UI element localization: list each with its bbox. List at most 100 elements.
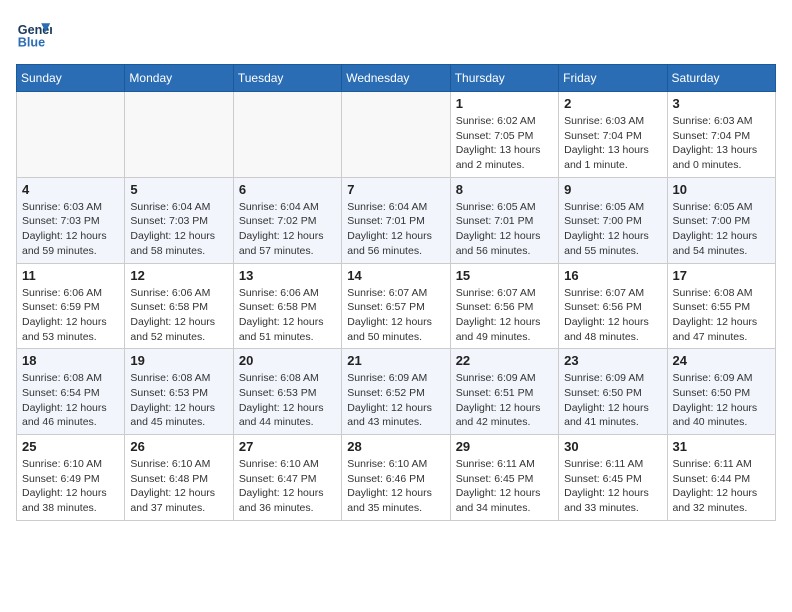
day-info: Sunrise: 6:10 AMSunset: 6:47 PMDaylight:…	[239, 457, 336, 516]
calendar-header-thursday: Thursday	[450, 65, 558, 92]
day-info: Sunrise: 6:06 AMSunset: 6:58 PMDaylight:…	[130, 286, 227, 345]
svg-text:Blue: Blue	[18, 36, 45, 50]
day-info: Sunrise: 6:07 AMSunset: 6:57 PMDaylight:…	[347, 286, 444, 345]
day-number: 11	[22, 268, 119, 283]
calendar-day-cell: 13Sunrise: 6:06 AMSunset: 6:58 PMDayligh…	[233, 263, 341, 349]
calendar-day-cell: 19 Sunrise: 6:08 AMSunset: 6:53 PMDayligh…	[125, 349, 233, 435]
day-info: Sunrise: 6:11 AMSunset: 6:45 PMDaylight:…	[456, 457, 553, 516]
calendar-day-cell: 22Sunrise: 6:09 AMSunset: 6:51 PMDayligh…	[450, 349, 558, 435]
day-info: Sunrise: 6:08 AMSunset: 6:53 PMDaylight:…	[130, 371, 227, 430]
day-info: Sunrise: 6:09 AMSunset: 6:50 PMDaylight:…	[673, 371, 770, 430]
day-info: Sunrise: 6:09 AMSunset: 6:50 PMDaylight:…	[564, 371, 661, 430]
calendar-day-cell: 12Sunrise: 6:06 AMSunset: 6:58 PMDayligh…	[125, 263, 233, 349]
day-number: 25	[22, 439, 119, 454]
calendar-day-cell: 9 Sunrise: 6:05 AMSunset: 7:00 PMDaylight…	[559, 177, 667, 263]
day-info: Sunrise: 6:11 AMSunset: 6:45 PMDaylight:…	[564, 457, 661, 516]
calendar-table: SundayMondayTuesdayWednesdayThursdayFrid…	[16, 64, 776, 521]
day-number: 16	[564, 268, 661, 283]
calendar-header-tuesday: Tuesday	[233, 65, 341, 92]
calendar-week-row: 1Sunrise: 6:02 AMSunset: 7:05 PMDaylight…	[17, 92, 776, 178]
calendar-day-cell: 26 Sunrise: 6:10 AMSunset: 6:48 PMDayligh…	[125, 435, 233, 521]
logo-icon: General Blue	[16, 16, 52, 52]
day-number: 18	[22, 353, 119, 368]
day-number: 26	[130, 439, 227, 454]
day-info: Sunrise: 6:09 AMSunset: 6:52 PMDaylight:…	[347, 371, 444, 430]
calendar-day-cell: 28 Sunrise: 6:10 AMSunset: 6:46 PMDayligh…	[342, 435, 450, 521]
calendar-day-cell: 30 Sunrise: 6:11 AMSunset: 6:45 PMDayligh…	[559, 435, 667, 521]
calendar-day-cell: 15Sunrise: 6:07 AMSunset: 6:56 PMDayligh…	[450, 263, 558, 349]
calendar-day-cell: 10 Sunrise: 6:05 AMSunset: 7:00 PMDayligh…	[667, 177, 775, 263]
calendar-day-cell	[342, 92, 450, 178]
day-number: 27	[239, 439, 336, 454]
day-info: Sunrise: 6:08 AMSunset: 6:53 PMDaylight:…	[239, 371, 336, 430]
calendar-header-friday: Friday	[559, 65, 667, 92]
day-number: 17	[673, 268, 770, 283]
day-number: 20	[239, 353, 336, 368]
calendar-header-monday: Monday	[125, 65, 233, 92]
calendar-day-cell: 29 Sunrise: 6:11 AMSunset: 6:45 PMDayligh…	[450, 435, 558, 521]
day-number: 29	[456, 439, 553, 454]
day-number: 14	[347, 268, 444, 283]
calendar-header-saturday: Saturday	[667, 65, 775, 92]
day-number: 15	[456, 268, 553, 283]
day-info: Sunrise: 6:04 AMSunset: 7:02 PMDaylight:…	[239, 200, 336, 259]
day-info: Sunrise: 6:08 AMSunset: 6:54 PMDaylight:…	[22, 371, 119, 430]
day-info: Sunrise: 6:05 AMSunset: 7:00 PMDaylight:…	[564, 200, 661, 259]
calendar-day-cell: 8 Sunrise: 6:05 AMSunset: 7:01 PMDaylight…	[450, 177, 558, 263]
calendar-week-row: 4 Sunrise: 6:03 AMSunset: 7:03 PMDaylight…	[17, 177, 776, 263]
day-info: Sunrise: 6:06 AMSunset: 6:59 PMDaylight:…	[22, 286, 119, 345]
day-number: 30	[564, 439, 661, 454]
calendar-day-cell: 24 Sunrise: 6:09 AMSunset: 6:50 PMDayligh…	[667, 349, 775, 435]
calendar-day-cell: 17 Sunrise: 6:08 AMSunset: 6:55 PMDayligh…	[667, 263, 775, 349]
calendar-day-cell: 7 Sunrise: 6:04 AMSunset: 7:01 PMDaylight…	[342, 177, 450, 263]
day-number: 5	[130, 182, 227, 197]
calendar-day-cell: 4 Sunrise: 6:03 AMSunset: 7:03 PMDaylight…	[17, 177, 125, 263]
day-number: 24	[673, 353, 770, 368]
day-info: Sunrise: 6:08 AMSunset: 6:55 PMDaylight:…	[673, 286, 770, 345]
day-info: Sunrise: 6:04 AMSunset: 7:03 PMDaylight:…	[130, 200, 227, 259]
day-number: 9	[564, 182, 661, 197]
day-number: 31	[673, 439, 770, 454]
day-number: 19	[130, 353, 227, 368]
day-info: Sunrise: 6:10 AMSunset: 6:46 PMDaylight:…	[347, 457, 444, 516]
day-number: 4	[22, 182, 119, 197]
day-info: Sunrise: 6:03 AMSunset: 7:04 PMDaylight:…	[673, 114, 770, 173]
day-info: Sunrise: 6:09 AMSunset: 6:51 PMDaylight:…	[456, 371, 553, 430]
calendar-day-cell: 6Sunrise: 6:04 AMSunset: 7:02 PMDaylight…	[233, 177, 341, 263]
day-number: 8	[456, 182, 553, 197]
day-info: Sunrise: 6:10 AMSunset: 6:49 PMDaylight:…	[22, 457, 119, 516]
day-info: Sunrise: 6:03 AMSunset: 7:03 PMDaylight:…	[22, 200, 119, 259]
calendar-day-cell	[125, 92, 233, 178]
calendar-day-cell: 16 Sunrise: 6:07 AMSunset: 6:56 PMDayligh…	[559, 263, 667, 349]
day-info: Sunrise: 6:07 AMSunset: 6:56 PMDaylight:…	[564, 286, 661, 345]
calendar-week-row: 25 Sunrise: 6:10 AMSunset: 6:49 PMDayligh…	[17, 435, 776, 521]
calendar-day-cell: 5 Sunrise: 6:04 AMSunset: 7:03 PMDaylight…	[125, 177, 233, 263]
day-number: 28	[347, 439, 444, 454]
calendar-day-cell: 21 Sunrise: 6:09 AMSunset: 6:52 PMDayligh…	[342, 349, 450, 435]
day-info: Sunrise: 6:05 AMSunset: 7:00 PMDaylight:…	[673, 200, 770, 259]
day-info: Sunrise: 6:11 AMSunset: 6:44 PMDaylight:…	[673, 457, 770, 516]
day-number: 7	[347, 182, 444, 197]
calendar-day-cell: 23Sunrise: 6:09 AMSunset: 6:50 PMDayligh…	[559, 349, 667, 435]
calendar-day-cell: 14 Sunrise: 6:07 AMSunset: 6:57 PMDayligh…	[342, 263, 450, 349]
day-info: Sunrise: 6:06 AMSunset: 6:58 PMDaylight:…	[239, 286, 336, 345]
day-info: Sunrise: 6:04 AMSunset: 7:01 PMDaylight:…	[347, 200, 444, 259]
day-info: Sunrise: 6:02 AMSunset: 7:05 PMDaylight:…	[456, 114, 553, 173]
day-number: 10	[673, 182, 770, 197]
calendar-day-cell	[17, 92, 125, 178]
calendar-header-wednesday: Wednesday	[342, 65, 450, 92]
day-number: 21	[347, 353, 444, 368]
calendar-day-cell: 20 Sunrise: 6:08 AMSunset: 6:53 PMDayligh…	[233, 349, 341, 435]
day-info: Sunrise: 6:03 AMSunset: 7:04 PMDaylight:…	[564, 114, 661, 173]
logo: General Blue	[16, 16, 56, 52]
calendar-week-row: 11 Sunrise: 6:06 AMSunset: 6:59 PMDayligh…	[17, 263, 776, 349]
day-number: 2	[564, 96, 661, 111]
calendar-day-cell: 25 Sunrise: 6:10 AMSunset: 6:49 PMDayligh…	[17, 435, 125, 521]
calendar-day-cell: 11 Sunrise: 6:06 AMSunset: 6:59 PMDayligh…	[17, 263, 125, 349]
day-info: Sunrise: 6:10 AMSunset: 6:48 PMDaylight:…	[130, 457, 227, 516]
day-info: Sunrise: 6:05 AMSunset: 7:01 PMDaylight:…	[456, 200, 553, 259]
day-number: 3	[673, 96, 770, 111]
calendar-header-row: SundayMondayTuesdayWednesdayThursdayFrid…	[17, 65, 776, 92]
calendar-week-row: 18 Sunrise: 6:08 AMSunset: 6:54 PMDayligh…	[17, 349, 776, 435]
calendar-day-cell	[233, 92, 341, 178]
